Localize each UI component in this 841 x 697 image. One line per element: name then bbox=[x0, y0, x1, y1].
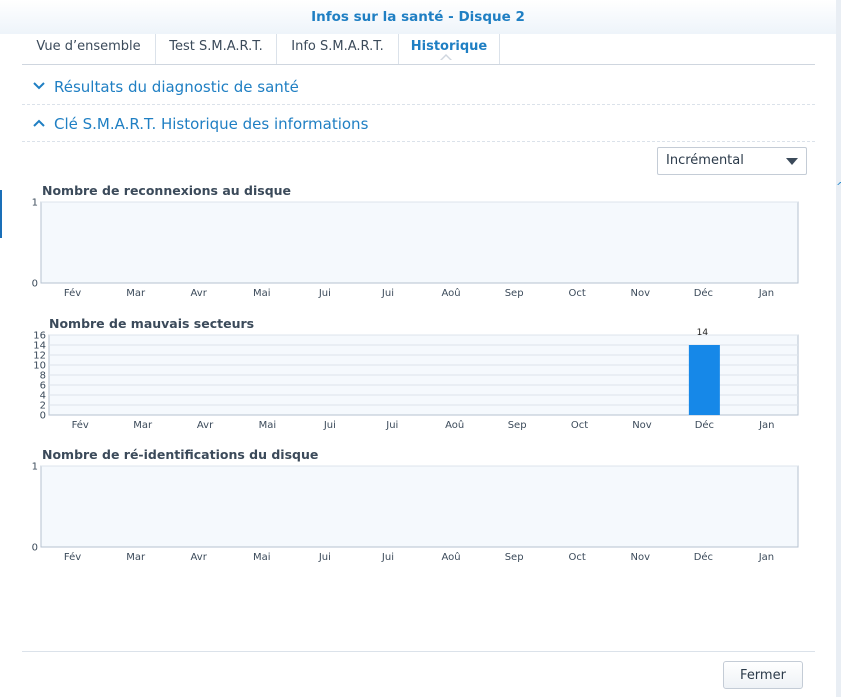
x-tick-label: Déc bbox=[694, 287, 713, 299]
chart-svg: 0 1 Fév Mar Avr Mai Jui Jui Aoû Sep Oct Nov Déc Jan bbox=[32, 198, 799, 299]
window-titlebar: Infos sur la santé - Disque 2 bbox=[0, 0, 836, 34]
bar bbox=[688, 345, 720, 415]
chart-bad-sectors: Nombre de mauvais secteurs 0 2 4 6 8 10 12 14 16… bbox=[22, 315, 815, 435]
x-tick-label: Nov bbox=[631, 288, 651, 299]
close-button[interactable]: Fermer bbox=[723, 661, 803, 689]
x-tick-label: Mai bbox=[259, 420, 277, 431]
x-tick-label: Mar bbox=[133, 420, 153, 431]
y-tick-label: 16 bbox=[33, 331, 46, 342]
window-title: Infos sur la santé - Disque 2 bbox=[311, 9, 525, 25]
chevron-down-icon bbox=[33, 82, 45, 90]
y-tick-label: 0 bbox=[32, 279, 38, 290]
y-tick-label: 0 bbox=[32, 543, 38, 554]
section-diagnostic-results[interactable]: Résultats du diagnostic de santé bbox=[22, 70, 815, 105]
mode-select-value: Incrémental bbox=[666, 153, 744, 168]
x-tick-label: Aoû bbox=[441, 551, 460, 563]
tab-smart-info[interactable]: Info S.M.A.R.T. bbox=[277, 34, 399, 64]
x-tick-label: Jui bbox=[323, 420, 336, 431]
chart-svg: 0246810121416Fév Mar Avr Mai Jui Jui Aoû Sep Oct… bbox=[33, 328, 799, 431]
background-selection-bar bbox=[0, 190, 2, 238]
x-tick-label: Aoû bbox=[441, 287, 460, 299]
x-tick-label: Mar bbox=[126, 288, 146, 299]
section-label: Résultats du diagnostic de santé bbox=[54, 78, 299, 96]
chevron-up-icon: ^ bbox=[836, 180, 841, 193]
chart-svg: 0 1 Fév Mar Avr Mai Jui Jui Aoû Sep Oct Nov Déc Jan bbox=[32, 462, 799, 563]
y-tick-label: 2 bbox=[40, 401, 46, 412]
mode-select[interactable]: Incrémental bbox=[657, 147, 807, 175]
x-tick-label: Nov bbox=[632, 420, 652, 431]
data-label: 14 bbox=[697, 328, 709, 338]
y-tick-label: 4 bbox=[40, 391, 46, 402]
x-tick-label: Fév bbox=[64, 287, 81, 299]
x-tick-label: Jan bbox=[758, 420, 774, 431]
chevron-up-icon bbox=[33, 119, 45, 127]
x-tick-label: Mai bbox=[253, 552, 271, 563]
x-tick-label: Jan bbox=[758, 552, 774, 563]
y-tick-label: 6 bbox=[40, 381, 46, 392]
dropdown-arrow-icon bbox=[786, 158, 798, 165]
x-tick-label: Nov bbox=[631, 552, 651, 563]
footer-divider bbox=[22, 651, 815, 652]
background-window-edge bbox=[836, 0, 841, 697]
tab-divider bbox=[22, 64, 815, 65]
x-tick-label: Sep bbox=[508, 420, 527, 431]
x-tick-label: Sep bbox=[505, 552, 524, 563]
active-tab-indicator-inner bbox=[441, 56, 451, 61]
plot-area bbox=[40, 201, 799, 284]
y-tick-label: 10 bbox=[33, 361, 46, 372]
y-tick-label: 1 bbox=[32, 198, 38, 209]
x-tick-label: Jui bbox=[385, 420, 398, 431]
x-tick-label: Aoû bbox=[445, 419, 464, 431]
x-tick-label: Avr bbox=[191, 552, 208, 563]
x-tick-label: Avr bbox=[191, 288, 208, 299]
x-tick-label: Jui bbox=[318, 288, 331, 299]
chart-reconnections: Nombre de reconnexions au disque 0 1 Fév Ma… bbox=[22, 183, 815, 303]
y-tick-label: 12 bbox=[33, 351, 46, 362]
chart-reidentifications: Nombre de ré-identifications du disque 0… bbox=[22, 447, 815, 567]
section-smart-history[interactable]: Clé S.M.A.R.T. Historique des informatio… bbox=[22, 107, 815, 142]
x-tick-label: Fév bbox=[64, 551, 81, 563]
x-tick-label: Fév bbox=[72, 419, 89, 431]
health-info-window: Infos sur la santé - Disque 2 Vue d’ense… bbox=[0, 0, 837, 697]
y-tick-label: 0 bbox=[40, 411, 46, 422]
y-tick-label: 14 bbox=[33, 341, 46, 352]
x-tick-label: Sep bbox=[505, 288, 524, 299]
tab-overview[interactable]: Vue d’ensemble bbox=[22, 34, 156, 64]
x-tick-label: Oct bbox=[571, 420, 588, 431]
x-tick-label: Jui bbox=[381, 288, 394, 299]
x-tick-label: Jui bbox=[318, 552, 331, 563]
x-tick-label: Avr bbox=[197, 420, 214, 431]
section-label: Clé S.M.A.R.T. Historique des informatio… bbox=[54, 115, 369, 133]
tab-smart-test[interactable]: Test S.M.A.R.T. bbox=[156, 34, 277, 64]
x-tick-label: Déc bbox=[695, 419, 714, 431]
x-tick-label: Oct bbox=[569, 552, 586, 563]
x-tick-label: Déc bbox=[694, 551, 713, 563]
x-tick-label: Oct bbox=[569, 288, 586, 299]
y-tick-label: 8 bbox=[40, 371, 46, 382]
x-tick-label: Jan bbox=[758, 288, 774, 299]
x-tick-label: Mai bbox=[253, 288, 271, 299]
x-tick-label: Jui bbox=[381, 552, 394, 563]
y-tick-label: 1 bbox=[32, 462, 38, 473]
plot-area bbox=[40, 465, 799, 548]
x-tick-label: Mar bbox=[126, 552, 146, 563]
